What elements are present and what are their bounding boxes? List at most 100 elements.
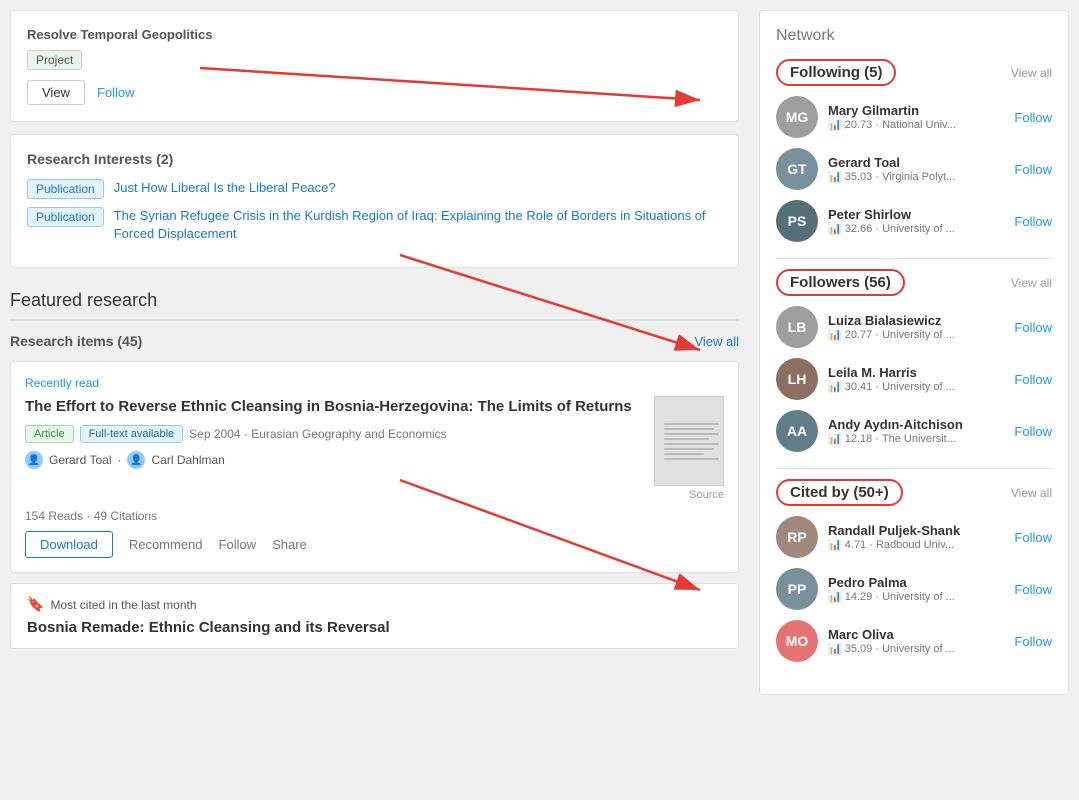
cited-1: RP Randall Puljek-Shank 📊 4.71 · Radboud… bbox=[776, 516, 1052, 558]
research-interests-card: Research Interests (2) Publication Just … bbox=[10, 134, 739, 268]
person-meta-lb: 📊 20.77 · University of ... bbox=[828, 328, 1004, 341]
followers-section: Followers (56) View all LB Luiza Bialasi… bbox=[776, 269, 1052, 452]
follow-button[interactable]: Follow bbox=[97, 85, 135, 100]
sidebar: Network Following (5) View all MG Mary G… bbox=[749, 10, 1079, 695]
project-tag: Project bbox=[27, 50, 82, 70]
person-avatar-ps: PS bbox=[776, 200, 818, 242]
follow-pp-button[interactable]: Follow bbox=[1014, 582, 1052, 597]
cited-by-section: Cited by (50+) View all RP Randall Pulje… bbox=[776, 479, 1052, 662]
follower-3: AA Andy Aydın-Aitchison 📊 12.18 · The Un… bbox=[776, 410, 1052, 452]
follow-gt-button[interactable]: Follow bbox=[1014, 162, 1052, 177]
thumb-line bbox=[664, 423, 719, 425]
follow-lh-button[interactable]: Follow bbox=[1014, 372, 1052, 387]
person-meta-mg: 📊 20.73 · National Univ... bbox=[828, 118, 1004, 131]
bookmark-icon: 🔖 bbox=[27, 596, 44, 613]
recommend-button[interactable]: Recommend bbox=[129, 537, 203, 552]
pub-row-2: Publication The Syrian Refugee Crisis in… bbox=[27, 207, 722, 243]
person-meta-lh: 📊 30.41 · University of ... bbox=[828, 380, 1004, 393]
thumb-line bbox=[664, 438, 709, 440]
most-cited-header: 🔖 Most cited in the last month bbox=[27, 596, 722, 613]
view-button[interactable]: View bbox=[27, 80, 85, 105]
follow-rp-button[interactable]: Follow bbox=[1014, 530, 1052, 545]
source-label: Source bbox=[654, 489, 724, 501]
person-avatar-aa: AA bbox=[776, 410, 818, 452]
article-layout: The Effort to Reverse Ethnic Cleansing i… bbox=[25, 396, 724, 501]
cited-by-title: Cited by (50+) bbox=[776, 479, 903, 506]
person-meta-pp: 📊 14.29 · University of ... bbox=[828, 590, 1004, 603]
follower-2: LH Leila M. Harris 📊 30.41 · University … bbox=[776, 358, 1052, 400]
following-view-all[interactable]: View all bbox=[1011, 66, 1052, 80]
view-all-link[interactable]: View all bbox=[694, 334, 739, 349]
article-card: Recently read The Effort to Reverse Ethn… bbox=[10, 361, 739, 573]
followers-view-all[interactable]: View all bbox=[1011, 276, 1052, 290]
follow-mg-button[interactable]: Follow bbox=[1014, 110, 1052, 125]
article-thumbnail: Source bbox=[654, 396, 724, 501]
most-cited-label: Most cited in the last month bbox=[50, 598, 196, 612]
person-name-rp: Randall Puljek-Shank bbox=[828, 523, 1004, 538]
pub-tag-1: Publication bbox=[27, 179, 104, 199]
project-title: Resolve Temporal Geopolitics bbox=[27, 27, 722, 42]
share-button[interactable]: Share bbox=[272, 537, 307, 552]
article-authors: 👤 Gerard Toal · 👤 Carl Dahlman bbox=[25, 451, 642, 469]
recently-read-label: Recently read bbox=[25, 376, 724, 390]
person-info-ps: Peter Shirlow 📊 32.66 · University of ..… bbox=[828, 207, 1004, 235]
cited-2: PP Pedro Palma 📊 14.29 · University of .… bbox=[776, 568, 1052, 610]
pub-link-2[interactable]: The Syrian Refugee Crisis in the Kurdish… bbox=[114, 207, 722, 243]
pub-row-1: Publication Just How Liberal Is the Libe… bbox=[27, 179, 722, 199]
person-meta-mo: 📊 35.09 · University of ... bbox=[828, 642, 1004, 655]
thumb-line bbox=[664, 428, 714, 430]
download-button[interactable]: Download bbox=[25, 531, 113, 558]
article-follow-button[interactable]: Follow bbox=[219, 537, 257, 552]
research-interests-title: Research Interests (2) bbox=[27, 151, 722, 167]
pub-tag-2: Publication bbox=[27, 207, 104, 227]
follow-mo-button[interactable]: Follow bbox=[1014, 634, 1052, 649]
follow-ps-button[interactable]: Follow bbox=[1014, 214, 1052, 229]
network-card: Network Following (5) View all MG Mary G… bbox=[759, 10, 1069, 695]
person-name-lb: Luiza Bialasiewicz bbox=[828, 313, 1004, 328]
thumb-image bbox=[654, 396, 724, 486]
person-name-gt: Gerard Toal bbox=[828, 155, 1004, 170]
following-title: Following (5) bbox=[776, 59, 896, 86]
person-info-pp: Pedro Palma 📊 14.29 · University of ... bbox=[828, 575, 1004, 603]
person-avatar-mg: MG bbox=[776, 96, 818, 138]
author-2-name: Carl Dahlman bbox=[151, 453, 224, 467]
thumb-line bbox=[664, 433, 719, 435]
person-info-gt: Gerard Toal 📊 35.03 · Virginia Polyt... bbox=[828, 155, 1004, 183]
person-name-ps: Peter Shirlow bbox=[828, 207, 1004, 222]
person-avatar-lb: LB bbox=[776, 306, 818, 348]
cited-3: MO Marc Oliva 📊 35.09 · University of ..… bbox=[776, 620, 1052, 662]
person-name-pp: Pedro Palma bbox=[828, 575, 1004, 590]
thumb-line bbox=[664, 458, 719, 460]
person-avatar-gt: GT bbox=[776, 148, 818, 190]
article-date-journal: Sep 2004 · Eurasian Geography and Econom… bbox=[189, 427, 447, 441]
following-list: MG Mary Gilmartin 📊 20.73 · National Uni… bbox=[776, 96, 1052, 242]
person-name-lh: Leila M. Harris bbox=[828, 365, 1004, 380]
person-info-mg: Mary Gilmartin 📊 20.73 · National Univ..… bbox=[828, 103, 1004, 131]
follower-1: LB Luiza Bialasiewicz 📊 20.77 · Universi… bbox=[776, 306, 1052, 348]
project-actions: View Follow bbox=[27, 80, 722, 105]
following-person-3: PS Peter Shirlow 📊 32.66 · University of… bbox=[776, 200, 1052, 242]
article-actions: Download Recommend Follow Share bbox=[25, 531, 724, 558]
person-avatar-mo: MO bbox=[776, 620, 818, 662]
following-person-2: GT Gerard Toal 📊 35.03 · Virginia Polyt.… bbox=[776, 148, 1052, 190]
pub-link-1[interactable]: Just How Liberal Is the Liberal Peace? bbox=[114, 179, 336, 197]
person-meta-gt: 📊 35.03 · Virginia Polyt... bbox=[828, 170, 1004, 183]
badge-article: Article bbox=[25, 425, 74, 443]
cited-by-header: Cited by (50+) View all bbox=[776, 479, 1052, 506]
follow-aa-button[interactable]: Follow bbox=[1014, 424, 1052, 439]
following-header: Following (5) View all bbox=[776, 59, 1052, 86]
follow-lb-button[interactable]: Follow bbox=[1014, 320, 1052, 335]
author-avatar-1: 👤 bbox=[25, 451, 43, 469]
person-info-lb: Luiza Bialasiewicz 📊 20.77 · University … bbox=[828, 313, 1004, 341]
person-info-mo: Marc Oliva 📊 35.09 · University of ... bbox=[828, 627, 1004, 655]
person-name-mg: Mary Gilmartin bbox=[828, 103, 1004, 118]
person-name-mo: Marc Oliva bbox=[828, 627, 1004, 642]
person-meta-aa: 📊 12.18 · The Universit... bbox=[828, 432, 1004, 445]
person-avatar-rp: RP bbox=[776, 516, 818, 558]
cited-by-view-all[interactable]: View all bbox=[1011, 486, 1052, 500]
most-cited-card: 🔖 Most cited in the last month Bosnia Re… bbox=[10, 583, 739, 649]
followers-header: Followers (56) View all bbox=[776, 269, 1052, 296]
person-info-lh: Leila M. Harris 📊 30.41 · University of … bbox=[828, 365, 1004, 393]
person-avatar-pp: PP bbox=[776, 568, 818, 610]
article-title: The Effort to Reverse Ethnic Cleansing i… bbox=[25, 396, 642, 417]
